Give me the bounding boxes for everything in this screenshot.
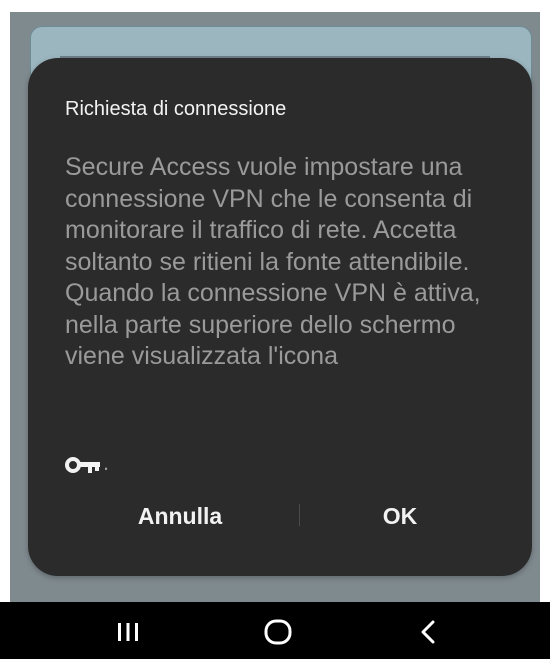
screen: Richiesta di connessione Secure Access v… bbox=[0, 0, 550, 659]
dialog-title: Richiesta di connessione bbox=[65, 98, 287, 120]
home-icon bbox=[264, 619, 292, 645]
recent-apps-icon bbox=[118, 623, 138, 641]
back-icon bbox=[421, 620, 435, 644]
dialog-message: Secure Access vuole impostare una connes… bbox=[65, 153, 481, 370]
ok-button[interactable]: OK bbox=[320, 494, 480, 538]
back-button[interactable] bbox=[398, 612, 458, 652]
vpn-key-row: . bbox=[65, 444, 109, 474]
home-button[interactable] bbox=[248, 612, 308, 652]
vpn-connection-dialog: Richiesta di connessione Secure Access v… bbox=[28, 58, 532, 576]
recent-apps-button[interactable] bbox=[98, 612, 158, 652]
key-suffix: . bbox=[103, 450, 110, 475]
vpn-key-icon bbox=[65, 452, 103, 473]
button-divider bbox=[299, 504, 300, 526]
navigation-bar bbox=[0, 602, 550, 659]
cancel-button[interactable]: Annulla bbox=[100, 494, 260, 538]
